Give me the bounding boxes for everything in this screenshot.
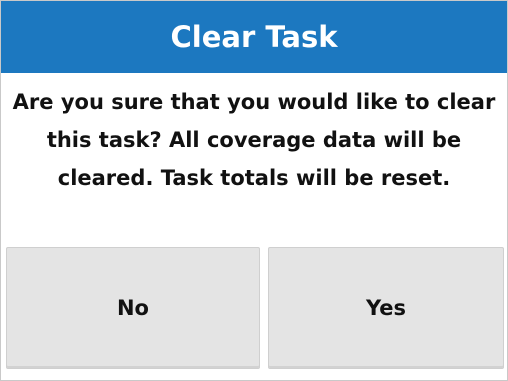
dialog-title-bar: Clear Task bbox=[1, 1, 507, 73]
no-button[interactable]: No bbox=[6, 247, 260, 369]
dialog-title: Clear Task bbox=[170, 20, 338, 54]
yes-button[interactable]: Yes bbox=[268, 247, 504, 369]
dialog-message: Are you sure that you would like to clea… bbox=[12, 90, 496, 190]
clear-task-dialog: Clear Task Are you sure that you would l… bbox=[0, 0, 508, 381]
no-button-label: No bbox=[116, 296, 149, 320]
yes-button-label: Yes bbox=[365, 296, 407, 320]
